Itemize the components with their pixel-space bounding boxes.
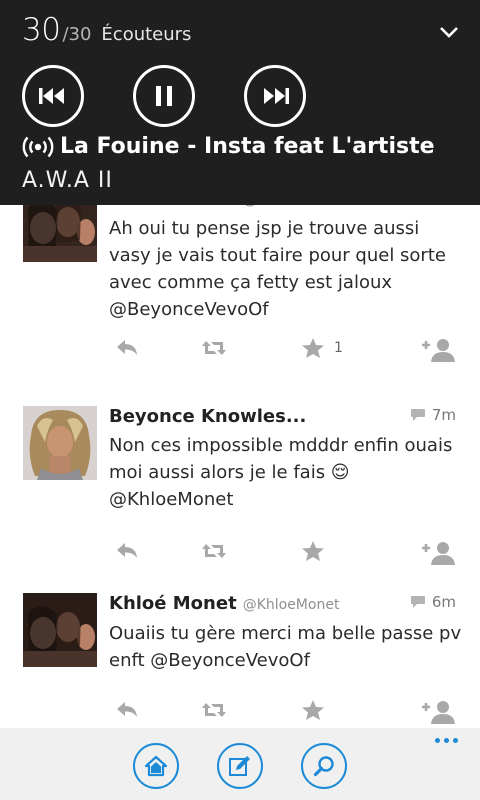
tweet-item[interactable]: Khloé Monet @KhloeMonet Ah oui tu pense …: [0, 180, 480, 380]
tweet-header: Khloé Monet @KhloeMonet 6m: [109, 593, 456, 614]
search-icon: [313, 756, 334, 777]
avatar[interactable]: [23, 593, 97, 667]
skip-next-icon: [264, 88, 289, 104]
more-dot: [453, 738, 458, 743]
tweet-text: Non ces impossible mdddr enfin ouais moi…: [109, 435, 453, 510]
reply-button[interactable]: [115, 337, 139, 357]
retweet-icon: [202, 703, 226, 717]
tweet-actions: [0, 699, 480, 728]
speech-bubble-icon: [410, 596, 425, 608]
follow-button[interactable]: [420, 699, 456, 725]
pause-button[interactable]: [133, 65, 195, 127]
compose-button[interactable]: [217, 743, 263, 789]
author-name[interactable]: Beyonce Knowles...: [109, 406, 306, 427]
previous-track-button[interactable]: [22, 65, 84, 127]
volume-indicator: 30 /30 Écouteurs: [22, 12, 191, 48]
star-icon: [302, 700, 324, 720]
media-controls-panel: 30 /30 Écouteurs La Fouine - Insta feat …: [0, 0, 480, 205]
reply-icon: [117, 543, 137, 558]
tweet-header: Beyonce Knowles... 7m: [109, 406, 456, 427]
tweet-item[interactable]: Beyonce Knowles... 7m Non ces impossible…: [0, 402, 480, 582]
tweet-timestamp: 7m: [410, 406, 456, 424]
broadcast-icon: [22, 136, 54, 157]
timestamp-text: 6m: [431, 593, 456, 611]
album-name: A.W.A II: [22, 168, 113, 193]
volume-value: 30: [22, 12, 61, 48]
tweet-actions: 1: [0, 337, 480, 367]
app-bar: [0, 728, 480, 800]
follow-button[interactable]: [420, 337, 456, 363]
star-icon: [302, 541, 324, 561]
avatar-photo: [23, 593, 97, 667]
follow-button[interactable]: [420, 540, 456, 566]
favorite-count: 1: [334, 340, 343, 356]
more-dot: [444, 738, 449, 743]
retweet-icon: [202, 544, 226, 558]
chevron-down-icon[interactable]: [438, 24, 460, 40]
speech-bubble-icon: [410, 409, 425, 421]
avatar[interactable]: [23, 406, 97, 480]
audio-output-label: Écouteurs: [101, 24, 192, 45]
more-dot: [435, 738, 440, 743]
now-playing: La Fouine - Insta feat L'artiste: [22, 134, 435, 159]
skip-previous-icon: [39, 88, 64, 104]
tweet-actions: [0, 540, 480, 570]
add-user-icon: [422, 339, 455, 362]
retweet-button[interactable]: [200, 699, 228, 721]
reply-button[interactable]: [115, 540, 139, 560]
next-track-button[interactable]: [244, 65, 306, 127]
favorite-button[interactable]: 1: [301, 337, 343, 359]
playback-buttons: [22, 65, 355, 127]
author-name[interactable]: Khloé Monet: [109, 593, 237, 614]
favorite-button[interactable]: [301, 699, 325, 721]
search-button[interactable]: [301, 743, 347, 789]
timestamp-text: 7m: [431, 406, 456, 424]
reply-icon: [117, 340, 137, 355]
retweet-icon: [202, 341, 226, 355]
tweet-timestamp: 6m: [410, 593, 456, 611]
tweet-text: Ouaiis tu gère merci ma belle passe pv e…: [109, 623, 462, 671]
star-icon: [302, 338, 324, 358]
reply-icon: [117, 702, 137, 717]
retweet-button[interactable]: [200, 337, 228, 359]
retweet-button[interactable]: [200, 540, 228, 562]
home-icon: [144, 755, 168, 777]
home-button[interactable]: [133, 743, 179, 789]
pause-icon: [156, 86, 172, 106]
more-options-button[interactable]: [431, 738, 458, 743]
reply-button[interactable]: [115, 699, 139, 719]
tweet-text: Ah oui tu pense jsp je trouve aussi vasy…: [109, 218, 446, 320]
add-user-icon: [422, 701, 455, 724]
favorite-button[interactable]: [301, 540, 325, 562]
author-handle[interactable]: @KhloeMonet: [243, 597, 340, 613]
tweet-item[interactable]: Khloé Monet @KhloeMonet 6m Ouaiis tu gèr…: [0, 592, 480, 728]
avatar-photo: [23, 406, 97, 480]
compose-icon: [229, 756, 250, 776]
volume-max: /30: [62, 24, 92, 45]
add-user-icon: [422, 542, 455, 565]
track-title: La Fouine - Insta feat L'artiste: [60, 134, 435, 159]
tweet-timeline[interactable]: Khloé Monet @KhloeMonet Ah oui tu pense …: [0, 180, 480, 728]
